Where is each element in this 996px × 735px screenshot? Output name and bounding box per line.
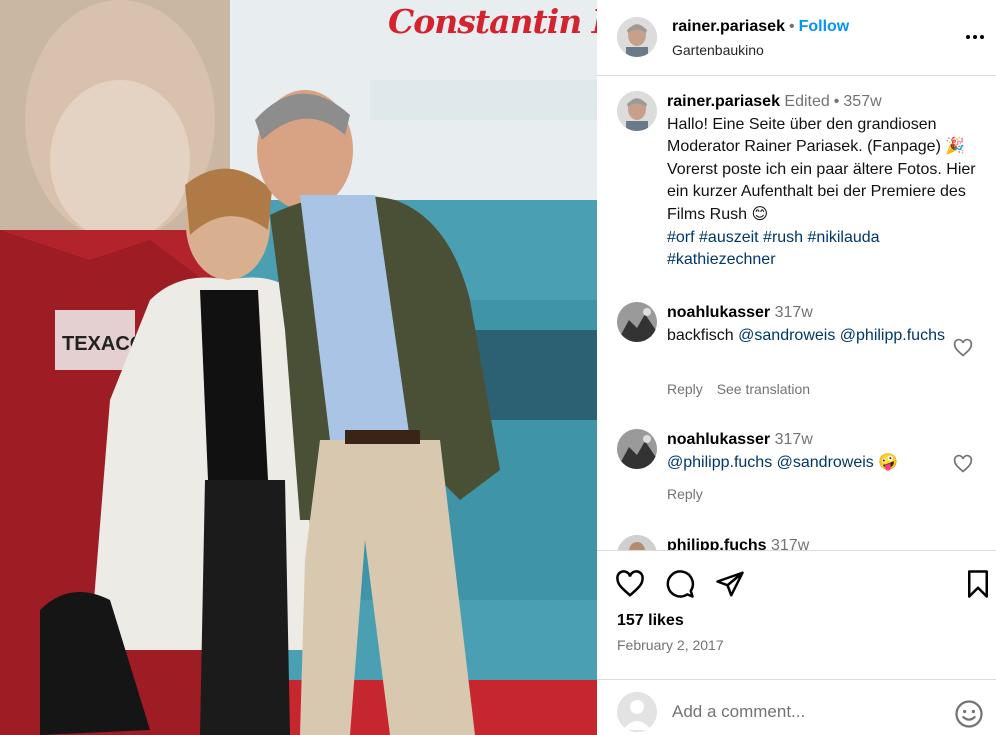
caption-edited-label: Edited bbox=[784, 93, 830, 110]
post-sidebar: rainer.pariasek • Follow Gartenbaukino rai… bbox=[597, 0, 996, 735]
photo-scene: TEXACO bbox=[0, 0, 597, 735]
post-photo[interactable]: TEXACO Constantin Film bbox=[0, 0, 597, 735]
add-comment-bar bbox=[597, 679, 996, 735]
heart-icon[interactable] bbox=[615, 569, 645, 599]
comment-mentions[interactable]: @sandroweis @philipp.fuchs bbox=[738, 327, 945, 344]
reply-button[interactable]: Reply bbox=[667, 381, 703, 397]
separator-dot: • bbox=[788, 18, 795, 35]
post-date[interactable]: February 2, 2017 bbox=[617, 637, 724, 653]
comment-actions: Reply bbox=[667, 486, 713, 502]
post-header: rainer.pariasek • Follow Gartenbaukino bbox=[597, 0, 996, 76]
comment-text[interactable]: @philipp.fuchs @sandroweis 🤪 bbox=[667, 454, 898, 471]
commenter-avatar[interactable] bbox=[617, 429, 657, 469]
post-location[interactable]: Gartenbaukino bbox=[672, 42, 764, 58]
caption-text: Hallo! Eine Seite über den grandiosen Mo… bbox=[667, 115, 976, 223]
action-icons bbox=[615, 569, 988, 599]
comment-icon[interactable] bbox=[665, 569, 695, 599]
separator-dot: • bbox=[833, 93, 840, 110]
post-actions-section: 157 likes February 2, 2017 bbox=[597, 550, 996, 735]
author-line: rainer.pariasek • Follow bbox=[672, 18, 849, 36]
add-comment-input[interactable] bbox=[672, 698, 932, 726]
poster-brand-logo: Constantin Film bbox=[388, 2, 597, 41]
follow-button[interactable]: Follow bbox=[799, 18, 850, 35]
caption-avatar[interactable] bbox=[617, 91, 657, 131]
commenter-avatar[interactable] bbox=[617, 302, 657, 342]
comments-section[interactable]: rainer.pariasek Edited • 357w Hallo! Eine … bbox=[597, 77, 996, 550]
see-translation-button[interactable]: See translation bbox=[717, 381, 810, 397]
likes-count[interactable]: 157 likes bbox=[617, 612, 684, 630]
comment-age[interactable]: 317w bbox=[775, 304, 813, 321]
share-icon[interactable] bbox=[715, 569, 745, 599]
more-options-icon[interactable] bbox=[964, 26, 986, 48]
comment-actions: Reply See translation bbox=[667, 381, 820, 397]
comment-like-heart-icon[interactable] bbox=[953, 454, 973, 474]
caption-hashtags[interactable]: #orf #auszeit #rush #nikilauda #kathieze… bbox=[667, 229, 880, 269]
commenter-avatar[interactable] bbox=[617, 535, 657, 550]
bookmark-icon[interactable] bbox=[963, 569, 993, 599]
comment-age[interactable]: 317w bbox=[775, 431, 813, 448]
comment-username[interactable]: noahlukasser bbox=[667, 431, 770, 448]
comment-username[interactable]: noahlukasser bbox=[667, 304, 770, 321]
caption-username[interactable]: rainer.pariasek bbox=[667, 93, 780, 110]
comment-like-heart-icon[interactable] bbox=[953, 338, 973, 358]
caption-age[interactable]: 357w bbox=[843, 93, 881, 110]
author-username[interactable]: rainer.pariasek bbox=[672, 18, 785, 35]
author-avatar[interactable] bbox=[617, 17, 657, 57]
comment-username[interactable]: philipp.fuchs bbox=[667, 537, 767, 550]
comment-text: backfisch bbox=[667, 326, 734, 344]
emoji-icon[interactable] bbox=[954, 699, 984, 729]
reply-button[interactable]: Reply bbox=[667, 486, 703, 502]
current-user-avatar bbox=[617, 692, 657, 732]
comment-age[interactable]: 317w bbox=[771, 537, 809, 550]
